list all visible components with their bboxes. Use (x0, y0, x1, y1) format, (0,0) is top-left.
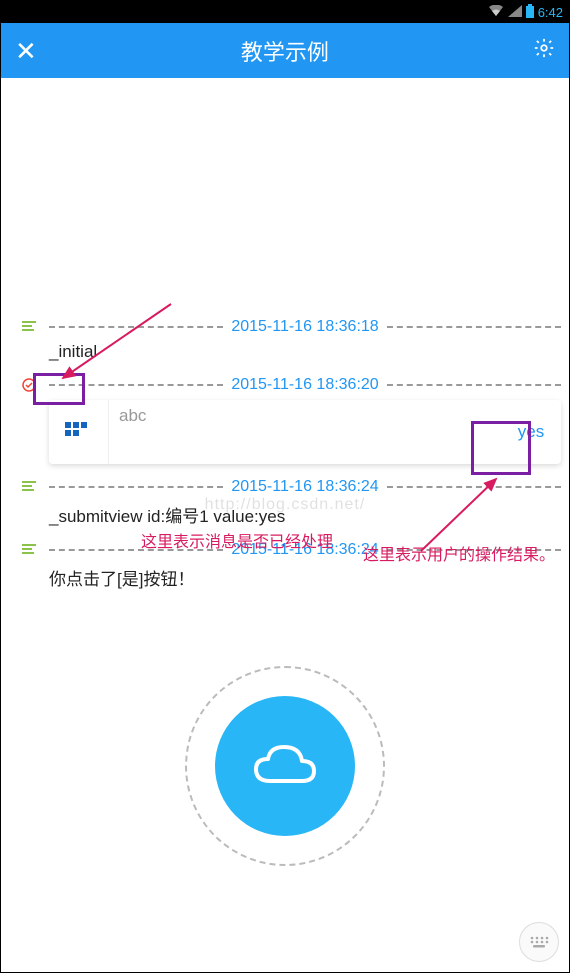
check-icon (9, 377, 49, 393)
signal-icon (508, 5, 522, 20)
status-time: 6:42 (538, 5, 563, 20)
battery-icon (526, 4, 534, 21)
keyboard-fab[interactable] (519, 922, 559, 962)
dash-line (387, 384, 561, 386)
page-title: 教学示例 (241, 35, 329, 67)
dash-line (387, 486, 561, 488)
gear-icon[interactable] (533, 37, 555, 64)
log-text: 你点击了[是]按钮！ (49, 565, 561, 590)
log-time: 2015-11-16 18:36:20 (231, 376, 378, 394)
action-card: abc yes (49, 400, 561, 464)
log-separator: 2015-11-16 18:36:20 (9, 376, 561, 394)
cloud-ring (185, 666, 385, 866)
cloud-button[interactable] (215, 696, 355, 836)
yes-button[interactable]: yes (501, 400, 561, 464)
wifi-icon (488, 5, 504, 20)
list-icon (9, 543, 49, 557)
card-label: abc (109, 400, 501, 464)
list-icon (9, 320, 49, 334)
log-separator: 2015-11-16 18:36:24 (9, 478, 561, 496)
status-bar: 6:42 (1, 1, 569, 23)
dash-line (49, 326, 223, 328)
annotation-result: 这里表示用户的操作结果。 (363, 541, 555, 565)
log-text: _initial (49, 342, 561, 362)
cloud-icon (250, 741, 320, 791)
card-thumb-icon (49, 400, 109, 464)
keyboard-icon (529, 935, 549, 949)
watermark-text: http://blog.csdn.net/ (205, 496, 366, 514)
annotation-handled: 这里表示消息是否已经处理 (141, 528, 333, 552)
app-header: ✕ 教学示例 (1, 23, 569, 78)
dash-line (49, 384, 223, 386)
dash-line (387, 326, 561, 328)
close-icon[interactable]: ✕ (15, 38, 37, 64)
log-time: 2015-11-16 18:36:18 (231, 318, 378, 336)
dash-line (49, 486, 223, 488)
log-time: 2015-11-16 18:36:24 (231, 478, 378, 496)
list-icon (9, 480, 49, 494)
log-separator: 2015-11-16 18:36:18 (9, 318, 561, 336)
